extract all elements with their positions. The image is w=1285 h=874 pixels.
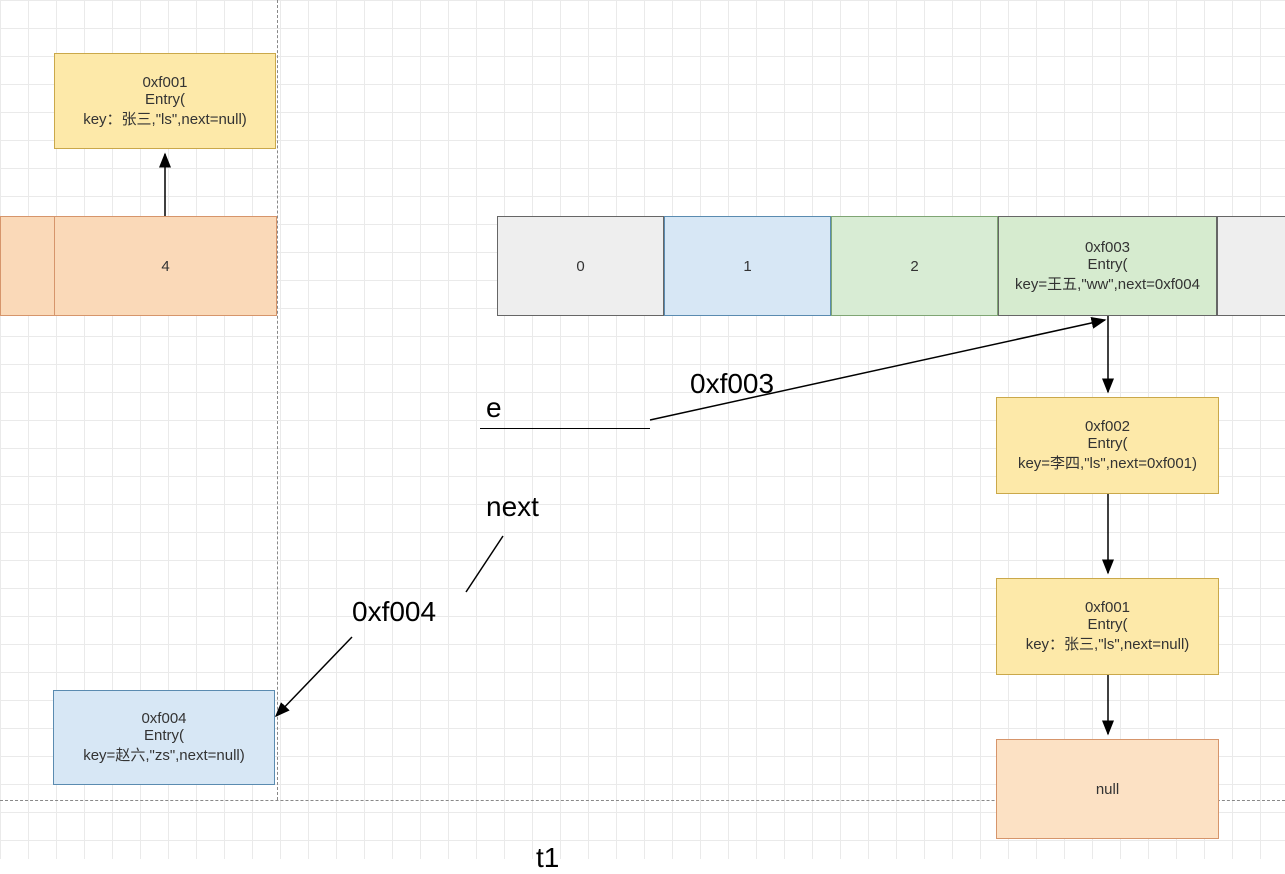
cell-value: 1 [737, 258, 757, 275]
cell-value: 2 [904, 258, 924, 275]
entry-addr: 0xf002 [1079, 418, 1136, 435]
entry-type: Entry( [1081, 435, 1133, 452]
right-array-cell-3: 0xf003 Entry( key=王五,"ww",next=0xf004 [998, 216, 1217, 316]
entry-addr: 0xf003 [1079, 239, 1136, 256]
cell-value: 4 [155, 258, 175, 275]
entry-detail: key=赵六,"zs",next=null) [77, 744, 251, 765]
entry-detail: key=李四,"ls",next=0xf001) [1012, 452, 1203, 473]
underline-e [480, 428, 650, 429]
dashed-vertical-line [277, 0, 278, 800]
label-e: e [486, 392, 502, 424]
entry-detail: key=王五,"ww",next=0xf004 [1009, 273, 1206, 294]
cell-value: 0 [570, 258, 590, 275]
null-box: null [996, 739, 1219, 839]
entry-type: Entry( [138, 727, 190, 744]
entry-type: Entry( [1081, 616, 1133, 633]
entry-addr: 0xf001 [136, 74, 193, 91]
left-array-cell-0 [0, 216, 54, 316]
entry-addr: 0xf001 [1079, 599, 1136, 616]
entry-addr: 0xf004 [135, 710, 192, 727]
entry-detail: key：张三,"ls",next=null) [1020, 633, 1196, 654]
chain-entry-1: 0xf002 Entry( key=李四,"ls",next=0xf001) [996, 397, 1219, 494]
entry-type: Entry( [139, 91, 191, 108]
label-t1: t1 [536, 842, 559, 874]
chain-entry-2: 0xf001 Entry( key：张三,"ls",next=null) [996, 578, 1219, 675]
null-label: null [1090, 781, 1125, 798]
left-array-cell-1: 4 [54, 216, 277, 316]
entry-box-bottom-left: 0xf004 Entry( key=赵六,"zs",next=null) [53, 690, 275, 785]
right-array-cell-4 [1217, 216, 1285, 316]
entry-type: Entry( [1081, 256, 1133, 273]
right-array-cell-2: 2 [831, 216, 998, 316]
label-e-addr: 0xf003 [690, 368, 774, 400]
right-array-cell-0: 0 [497, 216, 664, 316]
entry-detail: key：张三,"ls",next=null) [77, 108, 253, 129]
label-next-addr: 0xf004 [352, 596, 436, 628]
entry-box-top-left: 0xf001 Entry( key：张三,"ls",next=null) [54, 53, 276, 149]
right-array-cell-1: 1 [664, 216, 831, 316]
label-next: next [486, 491, 539, 523]
